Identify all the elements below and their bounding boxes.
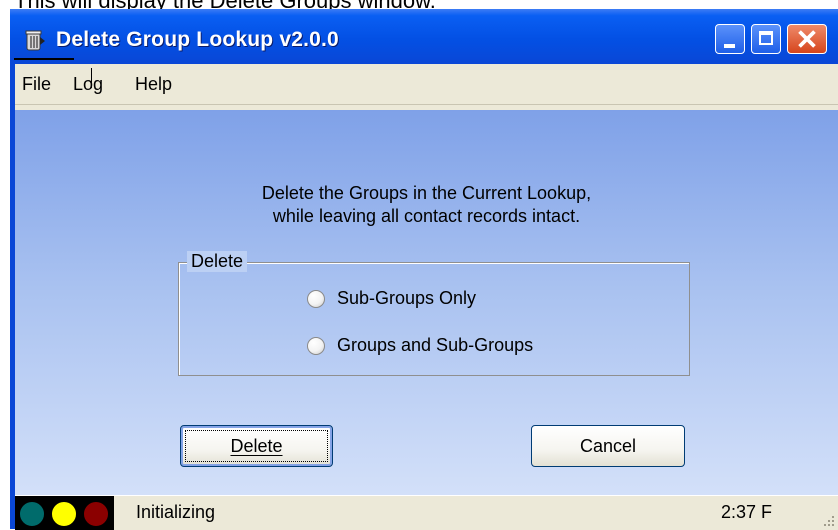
minimize-button[interactable] bbox=[715, 24, 745, 54]
title-bar[interactable]: Delete Group Lookup v2.0.0 bbox=[10, 9, 838, 64]
menu-bar: File Log Help bbox=[14, 58, 838, 105]
menu-file[interactable]: File bbox=[22, 74, 51, 95]
cancel-button-label: Cancel bbox=[579, 435, 637, 456]
radio-circle-icon bbox=[307, 290, 325, 308]
text-cursor bbox=[91, 68, 92, 88]
delete-options-group: Delete Sub-Groups Only Groups and Sub-Gr… bbox=[178, 251, 690, 376]
app-window: Delete Group Lookup v2.0.0 File Log Help… bbox=[10, 9, 838, 530]
radio-label: Sub-Groups Only bbox=[337, 288, 477, 308]
close-button[interactable] bbox=[787, 24, 827, 54]
window-title: Delete Group Lookup v2.0.0 bbox=[56, 28, 339, 51]
radio-circle-icon bbox=[307, 337, 325, 355]
delete-button[interactable]: Delete bbox=[180, 425, 333, 467]
red-light-icon bbox=[82, 500, 110, 528]
status-clock: 2:37 F bbox=[721, 502, 773, 522]
minimize-icon bbox=[724, 44, 735, 48]
trash-can-icon bbox=[25, 30, 45, 51]
traffic-light-indicator bbox=[15, 496, 114, 530]
green-light-icon bbox=[18, 500, 46, 528]
focus-rectangle bbox=[185, 430, 328, 462]
maximize-icon bbox=[759, 31, 773, 45]
close-icon bbox=[798, 30, 816, 48]
description-text: Delete the Groups in the Current Lookup,… bbox=[15, 182, 838, 228]
radio-label: Groups and Sub-Groups bbox=[337, 335, 534, 355]
menu-focus-line bbox=[14, 58, 74, 60]
menu-log[interactable]: Log bbox=[73, 74, 103, 95]
client-area: File Log Help Delete the Groups in the C… bbox=[14, 58, 838, 530]
group-title: Delete bbox=[187, 251, 248, 272]
main-panel: Delete the Groups in the Current Lookup,… bbox=[15, 110, 838, 495]
description-line-1: Delete the Groups in the Current Lookup, bbox=[261, 183, 592, 203]
menu-help[interactable]: Help bbox=[135, 74, 172, 95]
cancel-button[interactable]: Cancel bbox=[531, 425, 685, 467]
yellow-light-icon bbox=[50, 500, 78, 528]
resize-grip-icon[interactable] bbox=[822, 514, 836, 528]
status-message: Initializing bbox=[136, 502, 216, 522]
maximize-button[interactable] bbox=[751, 24, 781, 54]
description-line-2: while leaving all contact records intact… bbox=[272, 206, 581, 226]
status-bar: Initializing 2:37 F bbox=[15, 495, 838, 530]
